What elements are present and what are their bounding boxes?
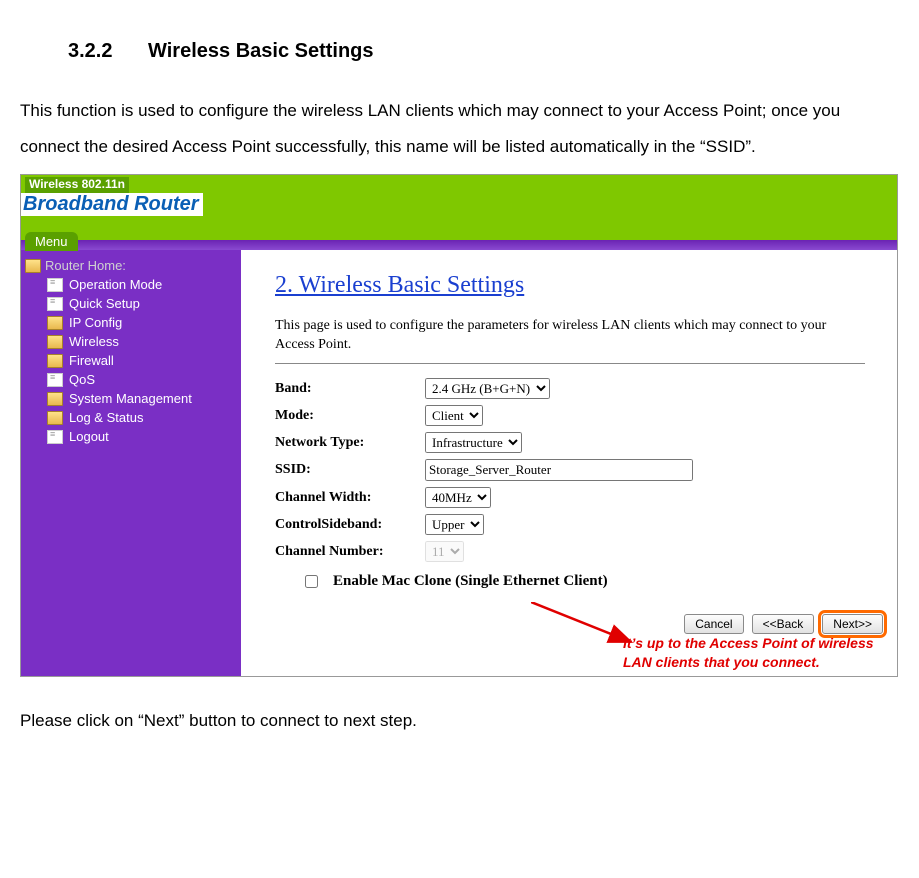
sidebar: Menu Router Home: Operation Mode Quick S… xyxy=(21,250,241,676)
band-label: Band: xyxy=(275,381,425,397)
sidebar-item-firewall[interactable]: Firewall xyxy=(25,351,237,370)
sidebar-item-label: Operation Mode xyxy=(69,277,162,292)
network-type-select[interactable]: Infrastructure xyxy=(425,432,522,453)
ssid-label: SSID: xyxy=(275,462,425,478)
row-ssid: SSID: xyxy=(275,459,887,481)
sidebar-item-label: System Management xyxy=(69,391,192,406)
menu-tab: Menu xyxy=(25,232,78,251)
annotation-text: It’s up to the Access Point of wireless … xyxy=(623,634,893,672)
page-icon xyxy=(47,373,63,387)
folder-icon xyxy=(47,411,63,425)
tree-root-label: Router Home: xyxy=(45,258,126,273)
brand-label: Broadband Router xyxy=(21,193,203,216)
row-mac-clone: Enable Mac Clone (Single Ethernet Client… xyxy=(301,572,887,591)
channel-width-label: Channel Width: xyxy=(275,490,425,506)
row-channel-number: Channel Number: 11 xyxy=(275,541,887,562)
sidebar-item-logout[interactable]: Logout xyxy=(25,427,237,446)
doc-intro-paragraph: This function is used to configure the w… xyxy=(20,93,899,164)
sidebar-item-ip-config[interactable]: IP Config xyxy=(25,313,237,332)
row-network-type: Network Type: Infrastructure xyxy=(275,432,887,453)
page-icon xyxy=(47,278,63,292)
router-topbar: Wireless 802.11n Broadband Router xyxy=(21,175,897,240)
sidebar-item-label: Log & Status xyxy=(69,410,143,425)
step-description: This page is used to configure the param… xyxy=(275,317,865,355)
section-number: 3.2.2 xyxy=(68,40,112,62)
band-select[interactable]: 2.4 GHz (B+G+N) xyxy=(425,378,550,399)
network-type-label: Network Type: xyxy=(275,435,425,451)
ssid-input[interactable] xyxy=(425,459,693,481)
channel-number-label: Channel Number: xyxy=(275,544,425,560)
mode-select[interactable]: Client xyxy=(425,405,483,426)
folder-icon xyxy=(47,316,63,330)
sidebar-item-label: IP Config xyxy=(69,315,122,330)
tree-root[interactable]: Router Home: xyxy=(25,256,237,275)
channel-width-select[interactable]: 40MHz xyxy=(425,487,491,508)
sidebar-item-operation-mode[interactable]: Operation Mode xyxy=(25,275,237,294)
sidebar-item-label: Firewall xyxy=(69,353,114,368)
row-band: Band: 2.4 GHz (B+G+N) xyxy=(275,378,887,399)
sidebar-item-wireless[interactable]: Wireless xyxy=(25,332,237,351)
doc-footer-paragraph: Please click on “Next” button to connect… xyxy=(20,711,899,731)
mac-clone-label: Enable Mac Clone (Single Ethernet Client… xyxy=(333,573,608,590)
row-channel-width: Channel Width: 40MHz xyxy=(275,487,887,508)
control-sideband-select[interactable]: Upper xyxy=(425,514,484,535)
folder-icon xyxy=(47,354,63,368)
folder-icon xyxy=(47,392,63,406)
doc-section-heading: 3.2.2 Wireless Basic Settings xyxy=(68,40,899,63)
row-control-sideband: ControlSideband: Upper xyxy=(275,514,887,535)
control-sideband-label: ControlSideband: xyxy=(275,517,425,533)
sidebar-item-label: Logout xyxy=(69,429,109,444)
sidebar-item-label: Quick Setup xyxy=(69,296,140,311)
separator xyxy=(275,363,865,364)
sidebar-item-quick-setup[interactable]: Quick Setup xyxy=(25,294,237,313)
content-panel: 2. Wireless Basic Settings This page is … xyxy=(241,250,897,676)
row-mode: Mode: Client xyxy=(275,405,887,426)
back-button[interactable]: <<Back xyxy=(752,614,815,634)
sidebar-item-log-status[interactable]: Log & Status xyxy=(25,408,237,427)
sidebar-item-qos[interactable]: QoS xyxy=(25,370,237,389)
sidebar-item-label: Wireless xyxy=(69,334,119,349)
mac-clone-checkbox[interactable] xyxy=(305,575,318,588)
sidebar-item-system-management[interactable]: System Management xyxy=(25,389,237,408)
section-title: Wireless Basic Settings xyxy=(148,40,373,62)
cancel-button[interactable]: Cancel xyxy=(684,614,743,634)
sidebar-item-label: QoS xyxy=(69,372,95,387)
step-title: 2. Wireless Basic Settings xyxy=(275,272,887,299)
menu-tree: Router Home: Operation Mode Quick Setup … xyxy=(21,250,241,676)
button-row: Cancel <<Back Next>> xyxy=(684,614,883,634)
topbar-tag: Wireless 802.11n xyxy=(25,177,129,193)
router-screenshot: Wireless 802.11n Broadband Router Menu R… xyxy=(20,174,898,677)
folder-open-icon xyxy=(25,259,41,273)
mode-label: Mode: xyxy=(275,408,425,424)
channel-number-select: 11 xyxy=(425,541,464,562)
page-icon xyxy=(47,430,63,444)
page-icon xyxy=(47,297,63,311)
purple-divider xyxy=(21,240,897,250)
folder-icon xyxy=(47,335,63,349)
next-button[interactable]: Next>> xyxy=(822,614,883,634)
